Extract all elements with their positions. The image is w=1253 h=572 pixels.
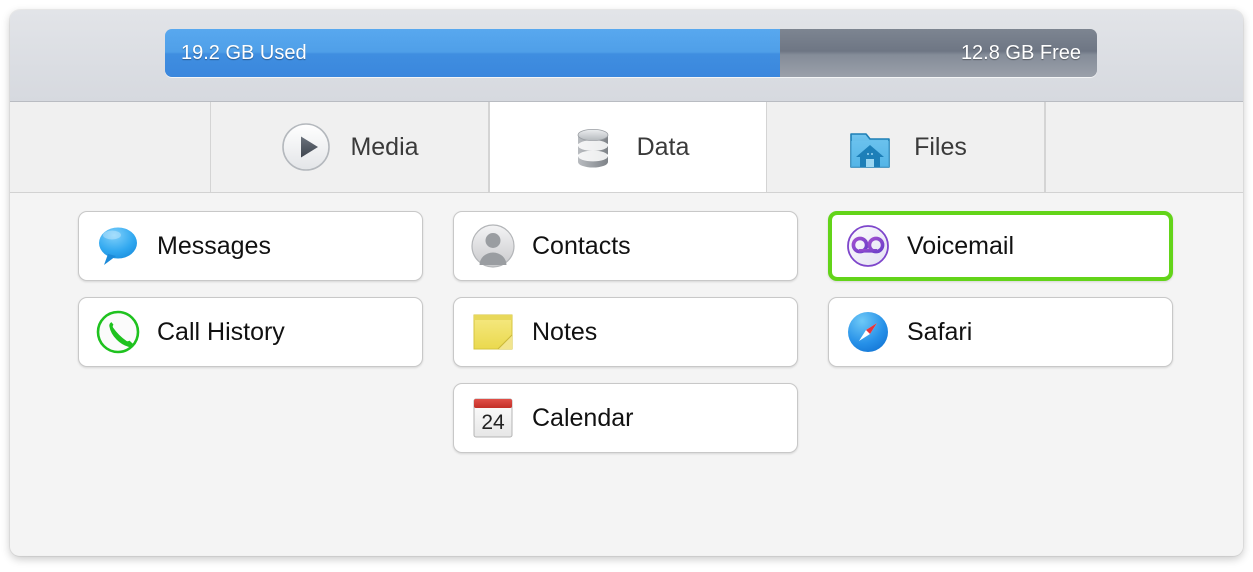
app-slot: 24 Calendar [453,383,828,453]
tabbar-left-spacer [10,102,211,192]
storage-usage-bar: 19.2 GB Used 12.8 GB Free [165,29,1097,77]
app-row: 24 Calendar [10,383,1243,453]
storage-used-segment: 19.2 GB Used [165,29,781,77]
calendar-icon: 24 [470,395,516,441]
app-button-messages[interactable]: Messages [78,211,423,281]
data-category-list: Messages Contacts Voicemail Call History… [10,193,1243,555]
app-label-call-history: Call History [157,317,285,346]
app-slot: Messages [78,211,453,281]
tab-media[interactable]: Media [211,102,489,192]
app-button-voicemail[interactable]: Voicemail [828,211,1173,281]
app-button-safari[interactable]: Safari [828,297,1173,367]
storage-used-label: 19.2 GB Used [181,41,307,64]
play-circle-icon [280,121,332,173]
app-row: Call History Notes Safari [10,297,1243,367]
app-label-notes: Notes [532,317,598,346]
folder-home-icon [844,121,896,173]
app-button-call-history[interactable]: Call History [78,297,423,367]
app-label-contacts: Contacts [532,231,631,260]
device-storage-window: 19.2 GB Used 12.8 GB Free Media Data Fil… [10,10,1243,556]
app-label-safari: Safari [907,317,973,346]
app-button-notes[interactable]: Notes [453,297,798,367]
app-slot: Safari [828,297,1203,367]
app-slot: Contacts [453,211,828,281]
person-avatar-icon [470,223,516,269]
app-label-voicemail: Voicemail [907,231,1014,260]
tab-files[interactable]: Files [767,102,1045,192]
app-label-calendar: Calendar [532,403,634,432]
speech-bubble-icon [95,223,141,269]
app-button-contacts[interactable]: Contacts [453,211,798,281]
app-row: Messages Contacts Voicemail [10,211,1243,281]
app-label-messages: Messages [157,231,271,260]
tab-data-label: Data [636,132,690,161]
tab-files-label: Files [914,132,967,161]
storage-header: 19.2 GB Used 12.8 GB Free [10,10,1243,102]
tab-media-label: Media [350,132,419,161]
app-slot: Notes [453,297,828,367]
compass-icon [845,309,891,355]
sticky-note-icon [470,309,516,355]
app-slot: Voicemail [828,211,1203,281]
calendar-day-number: 24 [481,411,505,434]
tabbar-right-spacer [1045,102,1243,192]
category-tabbar: Media Data Files [10,102,1243,193]
app-slot: Call History [78,297,453,367]
phone-handset-icon [95,309,141,355]
database-icon [567,121,619,173]
app-button-calendar[interactable]: 24 Calendar [453,383,798,453]
storage-free-segment: 12.8 GB Free [780,29,1097,77]
tab-data[interactable]: Data [489,102,767,192]
storage-free-label: 12.8 GB Free [960,41,1081,64]
voicemail-tape-icon [845,223,891,269]
